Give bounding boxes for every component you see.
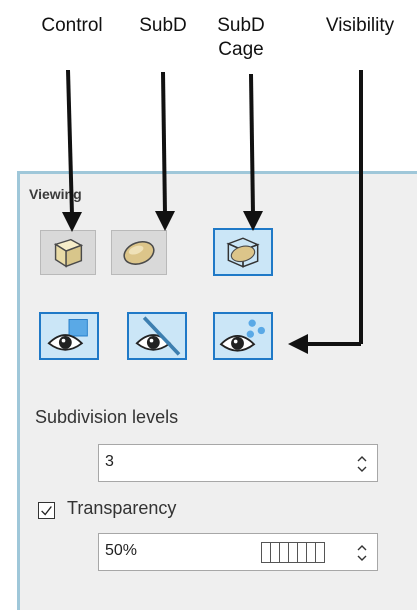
spinner-arrows-icon[interactable] xyxy=(356,543,368,563)
annotation-visibility: Visibility xyxy=(325,15,395,36)
annotation-control: Control xyxy=(41,15,103,36)
spinner-arrows-icon[interactable] xyxy=(356,454,368,474)
subdivision-levels-spinbox[interactable]: 3 xyxy=(98,444,378,482)
transparency-meter[interactable] xyxy=(261,542,325,563)
ellipsoid-icon xyxy=(123,241,155,265)
subdivision-levels-value: 3 xyxy=(105,453,114,470)
show-cage-points-toggle[interactable] xyxy=(213,312,273,360)
annotation-subd-cage-line2: Cage xyxy=(218,39,264,60)
control-display-button[interactable] xyxy=(40,230,96,275)
eye-points-icon xyxy=(219,319,265,352)
transparency-spinbox[interactable]: 50% xyxy=(98,533,378,571)
show-subd-toggle[interactable] xyxy=(127,312,187,360)
subdivision-levels-label: Subdivision levels xyxy=(35,407,179,427)
annotation-subd-cage-line1: SubD xyxy=(217,15,265,36)
checkmark-icon xyxy=(41,506,52,516)
box-icon xyxy=(53,238,84,268)
transparency-checkbox[interactable] xyxy=(38,502,55,519)
show-control-toggle[interactable] xyxy=(39,312,99,360)
transparency-value: 50% xyxy=(105,542,138,559)
annotation-subd-cage: SubD Cage xyxy=(206,14,276,62)
subd-display-button[interactable] xyxy=(111,230,167,275)
annotation-subd: SubD xyxy=(139,15,187,36)
panel-title: Viewing xyxy=(29,186,82,202)
eye-slash-icon xyxy=(135,316,181,356)
eye-square-icon xyxy=(47,319,88,351)
viewing-panel: Viewing Subdivision levels 3 Transparenc… xyxy=(17,171,417,610)
caged-box-icon xyxy=(226,237,260,268)
transparency-label: Transparency xyxy=(67,498,177,518)
subd-cage-display-button[interactable] xyxy=(213,228,273,276)
